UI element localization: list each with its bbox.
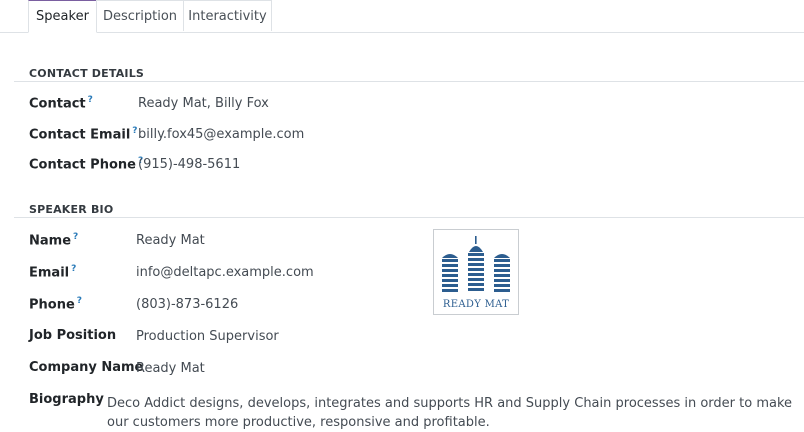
name-label: Name? [29, 232, 79, 249]
company-name-label: Company Name [29, 360, 144, 375]
company-name-value[interactable]: Ready Mat [136, 361, 205, 376]
tab-description[interactable]: Description [96, 0, 184, 31]
speaker-bio-divider [14, 217, 804, 218]
job-position-label: Job Position [29, 328, 117, 343]
contact-phone-label: Contact Phone? [29, 156, 144, 173]
tab-speaker[interactable]: Speaker [28, 0, 97, 33]
tab-bar: Speaker Description Interactivity [0, 0, 804, 33]
speaker-bio-heading: SPEAKER BIO [29, 203, 114, 216]
email-help-icon[interactable]: ? [71, 264, 76, 274]
tab-interactivity[interactable]: Interactivity [183, 0, 272, 31]
contact-details-divider [14, 81, 804, 82]
phone-label: Phone? [29, 296, 83, 313]
biography-label: Biography [29, 392, 104, 407]
email-label: Email? [29, 264, 77, 281]
name-help-icon[interactable]: ? [73, 232, 78, 242]
contact-phone-value[interactable]: (915)-498-5611 [138, 157, 240, 172]
logo-wordmark: READY MAT [442, 299, 510, 310]
contact-value[interactable]: Ready Mat, Billy Fox [138, 96, 269, 111]
phone-help-icon[interactable]: ? [77, 296, 82, 306]
email-value[interactable]: info@deltapc.example.com [136, 265, 314, 280]
contact-email-label: Contact Email? [29, 126, 138, 143]
name-value[interactable]: Ready Mat [136, 233, 205, 248]
biography-value[interactable]: Deco Addict designs, develops, integrate… [107, 394, 804, 432]
building-logo-icon [442, 236, 510, 292]
phone-value[interactable]: (803)-873-6126 [136, 297, 238, 312]
contact-help-icon[interactable]: ? [88, 95, 93, 105]
job-position-value[interactable]: Production Supervisor [136, 329, 279, 344]
contact-email-help-icon[interactable]: ? [132, 126, 137, 136]
contact-label: Contact? [29, 95, 93, 112]
contact-email-value[interactable]: billy.fox45@example.com [138, 127, 304, 142]
contact-details-heading: CONTACT DETAILS [29, 67, 145, 80]
speaker-image[interactable]: READY MAT [433, 229, 519, 315]
